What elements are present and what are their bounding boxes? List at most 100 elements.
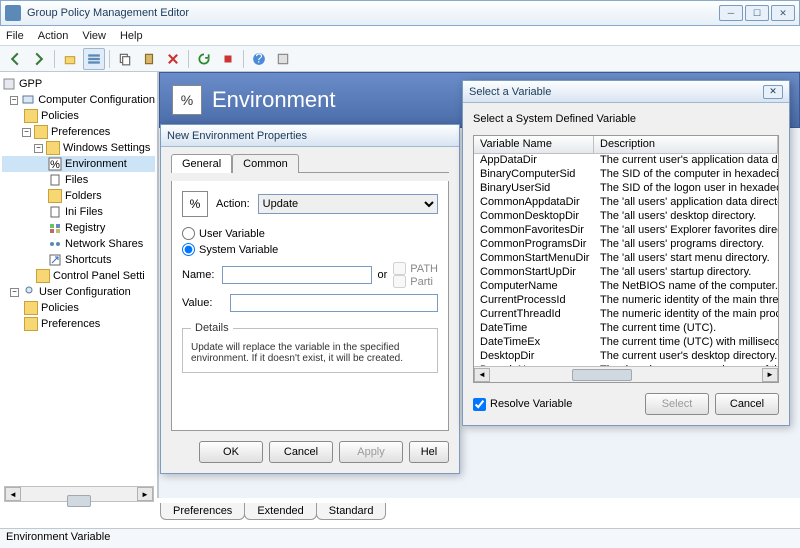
var-name: CurrentThreadId — [474, 308, 594, 322]
computer-icon — [21, 93, 35, 107]
tree-environment[interactable]: Environment — [65, 158, 127, 170]
expand-icon[interactable]: − — [34, 144, 43, 153]
tree-files[interactable]: Files — [65, 174, 88, 186]
ok-button[interactable]: OK — [199, 441, 263, 463]
back-button[interactable] — [4, 48, 26, 70]
table-row[interactable]: CurrentProcessIdThe numeric identity of … — [474, 294, 778, 308]
expand-icon[interactable]: − — [22, 128, 31, 137]
system-variable-radio[interactable] — [182, 243, 195, 256]
user-variable-radio[interactable] — [182, 227, 195, 240]
close-icon[interactable]: ✕ — [763, 85, 783, 99]
tab-extended[interactable]: Extended — [244, 503, 316, 520]
table-row[interactable]: CommonFavoritesDirThe 'all users' Explor… — [474, 224, 778, 238]
resolve-variable-label: Resolve Variable — [490, 398, 572, 410]
variable-table[interactable]: Variable Name Description AppDataDirThe … — [473, 135, 779, 383]
col-description[interactable]: Description — [594, 136, 778, 153]
scroll-left-icon[interactable]: ◄ — [474, 368, 490, 382]
select-button[interactable]: Select — [645, 393, 709, 415]
tree-policies[interactable]: Policies — [41, 110, 79, 122]
menu-action[interactable]: Action — [38, 30, 69, 42]
tree-netshares[interactable]: Network Shares — [65, 238, 143, 250]
col-variable-name[interactable]: Variable Name — [474, 136, 594, 153]
close-button[interactable]: ✕ — [771, 5, 795, 21]
tree-registry[interactable]: Registry — [65, 222, 105, 234]
delete-button[interactable] — [162, 48, 184, 70]
forward-button[interactable] — [28, 48, 50, 70]
table-row[interactable]: BinaryComputerSidThe SID of the computer… — [474, 168, 778, 182]
action-select[interactable]: Update — [258, 194, 438, 214]
tree-root[interactable]: GPP — [19, 78, 42, 90]
environment-icon: % — [48, 157, 62, 171]
name-input[interactable] — [222, 266, 372, 284]
table-row[interactable]: CommonStartUpDirThe 'all users' startup … — [474, 266, 778, 280]
nav-tree[interactable]: GPP −Computer Configuration Policies −Pr… — [0, 72, 158, 498]
tree-preferences[interactable]: Preferences — [51, 126, 110, 138]
table-row[interactable]: ComputerNameThe NetBIOS name of the comp… — [474, 280, 778, 294]
dialog-titlebar[interactable]: New Environment Properties — [161, 125, 459, 147]
scroll-right-icon[interactable]: ► — [762, 368, 778, 382]
cancel-button[interactable]: Cancel — [269, 441, 333, 463]
tree-user-policies[interactable]: Policies — [41, 302, 79, 314]
maximize-button[interactable]: ☐ — [745, 5, 769, 21]
details-button[interactable] — [83, 48, 105, 70]
path-checkbox — [393, 262, 406, 275]
tab-common[interactable]: Common — [232, 154, 299, 173]
table-body[interactable]: AppDataDirThe current user's application… — [474, 154, 778, 366]
refresh-button[interactable] — [193, 48, 215, 70]
menu-help[interactable]: Help — [120, 30, 143, 42]
table-row[interactable]: DesktopDirThe current user's desktop dir… — [474, 350, 778, 364]
value-input[interactable] — [230, 294, 438, 312]
help-button[interactable]: Hel — [409, 441, 449, 463]
table-row[interactable]: CommonDesktopDirThe 'all users' desktop … — [474, 210, 778, 224]
dialog-titlebar[interactable]: Select a Variable✕ — [463, 81, 789, 103]
var-name: CurrentProcessId — [474, 294, 594, 308]
var-desc: The 'all users' desktop directory. — [594, 210, 778, 224]
var-desc: The 'all users' Explorer favorites direc… — [594, 224, 778, 238]
table-row[interactable]: DateTimeExThe current time (UTC) with mi… — [474, 336, 778, 350]
user-variable-label: User Variable — [199, 228, 265, 240]
menu-file[interactable]: File — [6, 30, 24, 42]
table-row[interactable]: CommonStartMenuDirThe 'all users' start … — [474, 252, 778, 266]
tree-computer-config[interactable]: Computer Configuration — [38, 94, 155, 106]
table-header[interactable]: Variable Name Description — [474, 136, 778, 154]
partial-label: Parti — [410, 276, 433, 288]
tree-folders[interactable]: Folders — [65, 190, 102, 202]
properties-button[interactable] — [272, 48, 294, 70]
help-button[interactable]: ? — [248, 48, 270, 70]
table-row[interactable]: DateTimeThe current time (UTC). — [474, 322, 778, 336]
tree-user-prefs[interactable]: Preferences — [41, 318, 100, 330]
scroll-left-icon[interactable]: ◄ — [5, 487, 21, 501]
table-row[interactable]: CommonProgramsDirThe 'all users' program… — [474, 238, 778, 252]
tree-ini[interactable]: Ini Files — [65, 206, 103, 218]
menu-view[interactable]: View — [82, 30, 106, 42]
var-desc: The domain name or workgroup of the comp — [594, 364, 778, 366]
scroll-thumb[interactable] — [572, 369, 632, 381]
table-row[interactable]: CurrentThreadIdThe numeric identity of t… — [474, 308, 778, 322]
tab-general[interactable]: General — [171, 154, 232, 173]
horizontal-scrollbar[interactable]: ◄ ► — [474, 366, 778, 382]
tree-user-config[interactable]: User Configuration — [39, 286, 131, 298]
expand-icon[interactable]: − — [10, 288, 19, 297]
tree-windows-settings[interactable]: Windows Settings — [63, 142, 150, 154]
tree-cp-settings[interactable]: Control Panel Setti — [53, 270, 145, 282]
stop-button[interactable] — [217, 48, 239, 70]
scroll-thumb[interactable] — [67, 495, 91, 507]
minimize-button[interactable]: ─ — [719, 5, 743, 21]
up-button[interactable] — [59, 48, 81, 70]
table-row[interactable]: CommonAppdataDirThe 'all users' applicat… — [474, 196, 778, 210]
copy-button[interactable] — [114, 48, 136, 70]
table-row[interactable]: AppDataDirThe current user's application… — [474, 154, 778, 168]
tree-shortcuts[interactable]: Shortcuts — [65, 254, 111, 266]
apply-button[interactable]: Apply — [339, 441, 403, 463]
resolve-variable-checkbox[interactable] — [473, 398, 486, 411]
scroll-right-icon[interactable]: ► — [137, 487, 153, 501]
tab-preferences[interactable]: Preferences — [160, 503, 245, 520]
cancel-button[interactable]: Cancel — [715, 393, 779, 415]
tab-standard[interactable]: Standard — [316, 503, 387, 520]
table-row[interactable]: BinaryUserSidThe SID of the logon user i… — [474, 182, 778, 196]
paste-button[interactable] — [138, 48, 160, 70]
var-name: DateTimeEx — [474, 336, 594, 350]
tree-scrollbar[interactable]: ◄ ► — [4, 486, 154, 502]
table-row[interactable]: DomainNameThe domain name or workgroup o… — [474, 364, 778, 366]
expand-icon[interactable]: − — [10, 96, 18, 105]
